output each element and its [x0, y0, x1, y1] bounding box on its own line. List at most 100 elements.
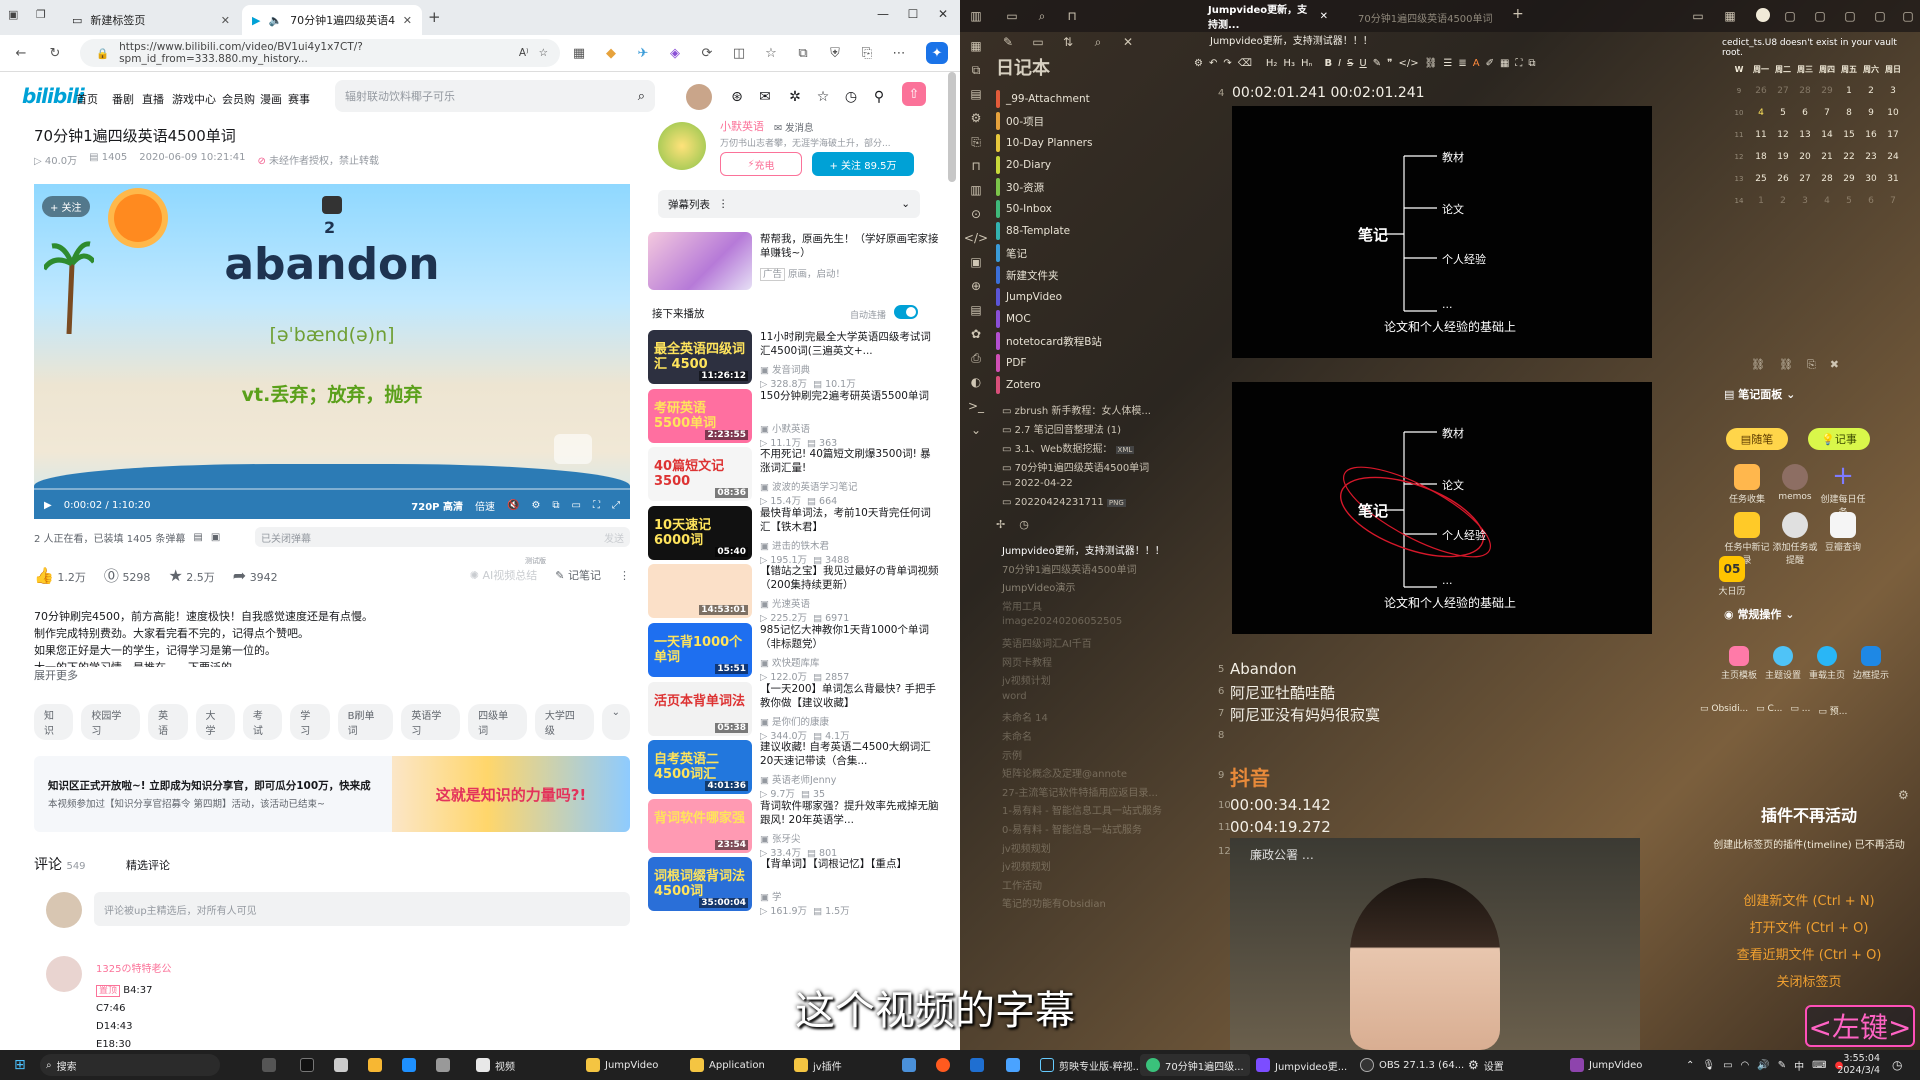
recommend-card[interactable]: 活页本背单词法 05:38 【一天200】单词怎么背最快? 手把手教你做【建议收藏】…	[648, 681, 938, 744]
app-icon[interactable]	[362, 1054, 388, 1076]
calendar-day[interactable]: 16	[1860, 130, 1882, 140]
eraser-icon[interactable]: ⌫	[1238, 58, 1252, 69]
calendar-day[interactable]: 5	[1838, 196, 1860, 206]
theme-settings-button[interactable]: 主题设置	[1760, 646, 1806, 681]
search-icon[interactable]: ⌕	[1032, 6, 1052, 26]
speaker-icon[interactable]: 🔊	[1757, 1060, 1769, 1071]
ribbon-icon[interactable]: ✿	[966, 324, 986, 344]
note-icon[interactable]: ▢	[1810, 6, 1830, 26]
note-heading[interactable]: 抖音	[1230, 762, 1270, 791]
italic-icon[interactable]: I	[1338, 58, 1341, 69]
nav-manga[interactable]: 漫画	[260, 91, 282, 107]
underline-icon[interactable]: U	[1359, 58, 1366, 69]
danmaku-toggle-icon[interactable]: ▤	[193, 532, 202, 543]
calendar-day[interactable]: 10	[1882, 108, 1904, 118]
calendar-day[interactable]: 6	[1860, 196, 1882, 206]
favorites-icon[interactable]: ☆	[760, 42, 782, 64]
recent-file-item[interactable]: 常用工具	[1002, 598, 1042, 613]
app-icon[interactable]	[396, 1054, 422, 1076]
reload-home-button[interactable]: 重载主页	[1804, 646, 1850, 681]
back-icon[interactable]: ←	[10, 42, 32, 64]
tab-video[interactable]: ▶ 🔈 70分钟1遍四级英语4500单... ✕	[242, 5, 422, 35]
code-icon[interactable]: </>	[1399, 58, 1419, 69]
share-icon[interactable]: ⎘	[856, 42, 878, 64]
recommend-uploader[interactable]: ▣ 学	[760, 889, 782, 903]
wifi-icon[interactable]: ◠	[1741, 1060, 1750, 1071]
favorite-icon[interactable]: ☆	[812, 86, 834, 108]
ribbon-icon[interactable]: ⊓	[966, 156, 986, 176]
search-icon[interactable]: ⌕	[638, 89, 645, 104]
dynamic-icon[interactable]: ✲	[784, 86, 806, 108]
folder-item[interactable]: MOC	[996, 310, 1031, 328]
calendar-day[interactable]: 13	[1794, 130, 1816, 140]
url-field[interactable]: 🔒 https://www.bilibili.com/video/BV1ui4y…	[80, 39, 560, 67]
calendar-day[interactable]: 4	[1750, 108, 1772, 118]
comments-filter[interactable]: 精选评论	[126, 859, 170, 872]
ribbon-icon[interactable]: ⎘	[966, 132, 986, 152]
recent-file-item[interactable]: Jumpvideo更新，支持测试器！！！	[1002, 542, 1165, 557]
close-icon[interactable]: ✕	[403, 14, 412, 27]
folder-item[interactable]: 笔记	[996, 244, 1027, 262]
maximize-button[interactable]: ☐	[898, 0, 928, 28]
bookmark-item[interactable]: ▭ 预...	[1818, 704, 1847, 717]
tag[interactable]: 考试	[242, 704, 283, 740]
taskbar-app[interactable]: 70分钟1遍四级...	[1140, 1054, 1250, 1076]
note-icon[interactable]: ▢	[1780, 6, 1800, 26]
ribbon-icon[interactable]: ⊙	[966, 204, 986, 224]
share-icon[interactable]: ⎘	[1807, 358, 1816, 372]
creator-icon[interactable]: ⚲	[868, 86, 890, 108]
calendar-day[interactable]: 28	[1794, 86, 1816, 96]
file-item[interactable]: ▭ zbrush 新手教程：女人体模...	[1002, 402, 1151, 417]
note-line[interactable]: 阿尼亚牡酷哇酷	[1230, 682, 1335, 703]
taskbar-app[interactable]: ⚙ 设置	[1462, 1054, 1510, 1076]
recent-file-item[interactable]: 英语四级词汇AI千百	[1002, 635, 1092, 650]
redo-icon[interactable]: ↷	[1223, 58, 1231, 69]
app-icon[interactable]	[964, 1054, 990, 1076]
ad-card[interactable]: 帮帮我，原画先生！（学好原画宅家接单赚钱~） 广告 原画，启动！	[648, 232, 939, 294]
calendar-day[interactable]: 19	[1772, 152, 1794, 162]
calendar-day[interactable]: 1	[1750, 196, 1772, 206]
ribbon-icon[interactable]: ▣	[966, 252, 986, 272]
clock-icon[interactable]: ◷	[1019, 518, 1029, 531]
chevron-up-icon[interactable]: ⌃	[1686, 1060, 1694, 1071]
coin-button[interactable]: ⓪ 5298	[104, 565, 151, 586]
list-icon[interactable]: ☰	[1443, 58, 1452, 69]
uploader-name[interactable]: 小默英语	[720, 118, 764, 134]
reminder-button[interactable]: 添加任务或提醒	[1770, 512, 1820, 566]
folder-item[interactable]: 新建文件夹	[996, 266, 1059, 284]
recommend-uploader[interactable]: ▣ 波波的英语学习笔记	[760, 479, 858, 493]
display-icon[interactable]: ▭	[1723, 1060, 1732, 1071]
folder-item[interactable]: 88-Template	[996, 222, 1070, 240]
tag[interactable]: 英语学习	[401, 704, 461, 740]
calendar-day[interactable]: 20	[1794, 152, 1816, 162]
calendar-day[interactable]: 3	[1882, 86, 1904, 96]
ribbon-icon[interactable]: ▥	[966, 180, 986, 200]
folder-item[interactable]: notetocard教程B站	[996, 332, 1102, 350]
close-tab-link[interactable]: 关闭标签页	[1700, 969, 1918, 996]
avatar[interactable]	[46, 892, 82, 928]
calendar-day[interactable]: 14	[1816, 130, 1838, 140]
bookmark-icon[interactable]: ⊓	[1062, 6, 1082, 26]
recommend-uploader[interactable]: ▣ 欢快题库库	[760, 655, 820, 669]
recommend-card[interactable]: 最全英语四级词汇 4500 11:26:12 11小时刷完最全大学英语四级考试词汇4…	[648, 330, 938, 392]
clock[interactable]: 3:55:04 2024/3/4	[1820, 1053, 1880, 1077]
recent-file-item[interactable]: jv视频计划	[1002, 672, 1051, 687]
extension-icon[interactable]: ◈	[664, 42, 686, 64]
close-icon[interactable]: ✕	[1320, 11, 1328, 22]
recommend-card[interactable]: 词根词缀背词法 4500词 35:00:04 【背单词】【词根记忆】【重点】 ▣ 学 ▷…	[648, 857, 938, 919]
follow-overlay-button[interactable]: + 关注	[42, 196, 90, 217]
new-folder-icon[interactable]: ▭	[1028, 32, 1048, 52]
recommend-uploader[interactable]: ▣ 英语老师Jenny	[760, 772, 836, 786]
webfullscreen-icon[interactable]: ⛶	[593, 500, 600, 511]
ribbon-icon[interactable]: ⎙	[966, 348, 986, 368]
calendar-day[interactable]: 7	[1816, 108, 1838, 118]
extension-icon[interactable]: ◆	[600, 42, 622, 64]
recent-file-item[interactable]: 70分钟1遍四级英语4500单词	[1002, 561, 1137, 576]
taskbar-app[interactable]: 剪映专业版-粹视...	[1034, 1054, 1148, 1076]
folder-item[interactable]: _99-Attachment	[996, 90, 1090, 108]
extension-icon[interactable]: ⟳	[696, 42, 718, 64]
avatar[interactable]	[46, 956, 82, 992]
recent-file-item[interactable]: 0-易有料 - 智能信息一站式服务	[1002, 821, 1142, 836]
split-screen-icon[interactable]: ◫	[728, 42, 750, 64]
recommend-card[interactable]: 一天背1000个单词 15:51 985记忆大神教你1天背1000个单词（非标题党）…	[648, 623, 938, 685]
